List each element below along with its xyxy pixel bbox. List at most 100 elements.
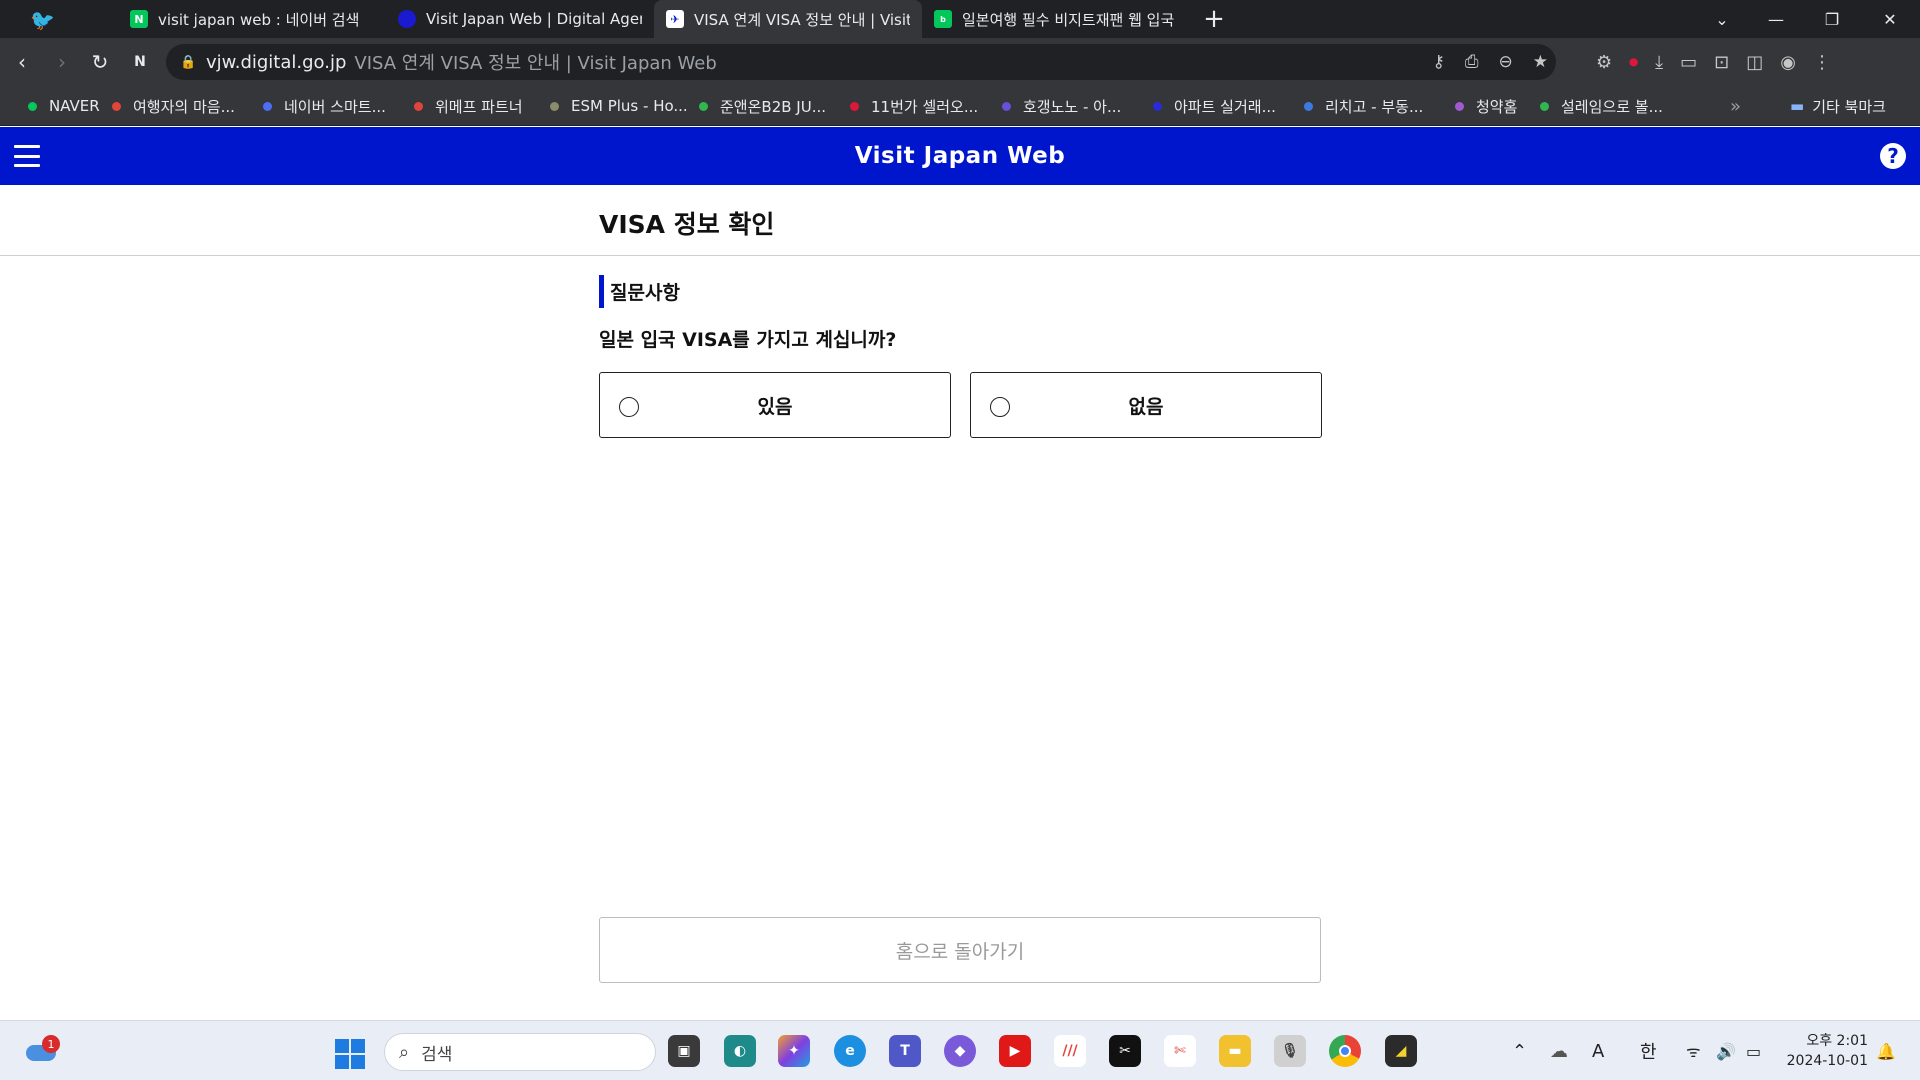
bookmark-label: ESM Plus - Ho...	[571, 97, 688, 115]
bookmark-favicon-icon	[414, 101, 423, 111]
help-icon[interactable]: ?	[1880, 143, 1906, 169]
search-icon: ⌕	[399, 1041, 410, 1063]
bookmark-label: NAVER	[49, 97, 100, 115]
bookmark-label: 위메프 파트너	[435, 97, 523, 116]
bookmark-item[interactable]: NAVER	[28, 86, 100, 126]
side-panel-icon[interactable]: ◫	[1746, 52, 1763, 73]
bookmark-label: 호갱노노 - 아...	[1023, 97, 1122, 116]
bookmark-item[interactable]: 네이버 스마트...	[263, 86, 386, 126]
tab-naver-search[interactable]: N visit japan web : 네이버 검색	[118, 0, 386, 38]
notification-badge: 1	[42, 1035, 60, 1053]
back-to-home-button[interactable]: 홈으로 돌아가기	[599, 917, 1321, 983]
close-button[interactable]: ✕	[1862, 0, 1918, 38]
bookmark-label: 리치고 - 부동...	[1325, 97, 1424, 116]
show-hidden-icons[interactable]: ⌃	[1512, 1021, 1527, 1080]
tab-naver-blog[interactable]: b 일본여행 필수 비지트재팬 웹 입국	[922, 0, 1190, 38]
app-stripes-icon[interactable]: ///	[1054, 1035, 1086, 1067]
chrome-icon[interactable]	[1329, 1035, 1361, 1067]
option-yes[interactable]: 있음	[599, 372, 951, 438]
profile-icon[interactable]: ◉	[1780, 52, 1796, 73]
bookmark-label: 설레임으로 볼...	[1561, 97, 1663, 116]
radio-button[interactable]	[619, 397, 639, 417]
browser-toolbar: ‹ › ↻ N 🔒 vjw.digital.go.jp VISA 연계 VISA…	[0, 38, 1920, 86]
install-app-icon[interactable]: ⎙	[1465, 52, 1479, 72]
ai-app-icon[interactable]: ◐	[724, 1035, 756, 1067]
download-icon[interactable]: ⤓	[1655, 52, 1663, 73]
bookmarks-bar: NAVER 여행자의 마음... 네이버 스마트... 위메프 파트너 ESM …	[0, 86, 1920, 126]
teams-icon[interactable]: T	[889, 1035, 921, 1067]
bookmark-favicon-icon	[263, 101, 272, 111]
visit-japan-icon: ✈	[666, 10, 684, 28]
new-tab-button[interactable]: +	[1188, 0, 1240, 38]
tab-search-icon[interactable]: ⌄	[1694, 0, 1750, 38]
bookmark-star-icon[interactable]: ★	[1533, 52, 1548, 72]
app-icon[interactable]: ◆	[944, 1035, 976, 1067]
tab-title: Visit Japan Web | Digital Agency	[426, 10, 642, 28]
record-icon[interactable]: ⏺	[1629, 52, 1638, 73]
microphone-icon[interactable]: 🎙	[1274, 1035, 1306, 1067]
capcut-icon[interactable]: ✂	[1109, 1035, 1141, 1067]
bookmark-item[interactable]: 청약홈	[1455, 86, 1517, 126]
youtube-icon[interactable]: ▶	[999, 1035, 1031, 1067]
bookmark-favicon-icon	[550, 101, 559, 111]
bookmark-item[interactable]: 준앤온B2B JU...	[699, 86, 826, 126]
file-explorer-icon[interactable]: ▬	[1219, 1035, 1251, 1067]
system-clock[interactable]: 오후 2:01 2024-10-01	[1787, 1031, 1868, 1071]
site-title: Visit Japan Web	[854, 143, 1066, 169]
bookmark-item[interactable]: 호갱노노 - 아...	[1002, 86, 1121, 126]
naver-toolbar-icon[interactable]: N	[124, 46, 156, 78]
bookmark-label: 네이버 스마트...	[284, 97, 386, 116]
address-bar[interactable]: 🔒 vjw.digital.go.jp VISA 연계 VISA 정보 안내 |…	[166, 44, 1556, 80]
task-view-icon[interactable]: ▣	[668, 1035, 700, 1067]
question-text: 일본 입국 VISA를 가지고 계십니까?	[599, 329, 897, 351]
bookmark-favicon-icon	[1153, 101, 1162, 111]
bookmark-favicon-icon	[1540, 101, 1549, 111]
wifi-icon[interactable]: ᯤ	[1686, 1021, 1701, 1080]
bookmark-item[interactable]: 11번가 셀러오...	[850, 86, 978, 126]
bookmark-item[interactable]: 위메프 파트너	[414, 86, 523, 126]
screenshot-icon[interactable]: ⊡	[1714, 52, 1729, 73]
taskbar-search-box[interactable]: ⌕ 검색	[384, 1033, 656, 1071]
bookmark-favicon-icon	[1002, 101, 1011, 111]
tab-visa-info[interactable]: ✈ VISA 연계 VISA 정보 안내 | Visit Japan Web	[654, 0, 922, 38]
radio-button[interactable]	[990, 397, 1010, 417]
search-placeholder: 검색	[421, 1044, 453, 1065]
media-icon[interactable]: ▭	[1680, 52, 1697, 73]
bookmark-favicon-icon	[699, 101, 708, 111]
zoom-icon[interactable]: ⊖	[1499, 52, 1513, 72]
ime-language[interactable]: 한	[1640, 1021, 1657, 1080]
sticky-notes-icon[interactable]: ◢	[1385, 1035, 1417, 1067]
cloud-sync-icon[interactable]: ☁	[1550, 1021, 1568, 1080]
back-icon[interactable]: ‹	[6, 46, 38, 78]
bookmark-item[interactable]: 여행자의 마음...	[112, 86, 235, 126]
browser-tab-strip: 🐦 N visit japan web : 네이버 검색 Visit Japan…	[0, 0, 1920, 38]
copilot-icon[interactable]: ✦	[778, 1035, 810, 1067]
more-bookmarks-button[interactable]: »	[1730, 86, 1741, 126]
battery-icon[interactable]: ▭	[1746, 1021, 1761, 1080]
other-bookmarks-folder[interactable]: ▬ 기타 북마크	[1790, 86, 1886, 126]
ime-mode[interactable]: A	[1592, 1021, 1604, 1080]
naver-blog-icon: b	[934, 10, 952, 28]
start-button[interactable]	[335, 1039, 365, 1069]
minimize-button[interactable]: —	[1748, 0, 1804, 38]
snipping-tool-icon[interactable]: ✄	[1164, 1035, 1196, 1067]
site-header: Visit Japan Web ?	[0, 127, 1920, 185]
menu-kebab-icon[interactable]: ⋮	[1813, 52, 1831, 73]
volume-icon[interactable]: 🔊	[1716, 1021, 1736, 1080]
option-no[interactable]: 없음	[970, 372, 1322, 438]
bookmark-item[interactable]: 아파트 실거래...	[1153, 86, 1276, 126]
bookmark-item[interactable]: ESM Plus - Ho...	[550, 86, 688, 126]
forward-icon[interactable]: ›	[46, 46, 78, 78]
key-icon[interactable]: ⚷	[1432, 52, 1444, 72]
tab-title: 일본여행 필수 비지트재팬 웹 입국	[962, 10, 1175, 29]
edge-icon[interactable]: e	[834, 1035, 866, 1067]
extensions-icon[interactable]: ⚙	[1596, 52, 1612, 73]
weather-widget[interactable]: 1	[24, 1035, 60, 1063]
reload-icon[interactable]: ↻	[84, 46, 116, 78]
restore-button[interactable]: ❐	[1804, 0, 1860, 38]
tab-digital-agency[interactable]: Visit Japan Web | Digital Agency	[386, 0, 654, 38]
notification-bell-icon[interactable]: 🔔	[1876, 1021, 1896, 1080]
bookmark-item[interactable]: 리치고 - 부동...	[1304, 86, 1423, 126]
bookmark-item[interactable]: 설레임으로 볼...	[1540, 86, 1663, 126]
option-label: 없음	[1128, 395, 1164, 418]
